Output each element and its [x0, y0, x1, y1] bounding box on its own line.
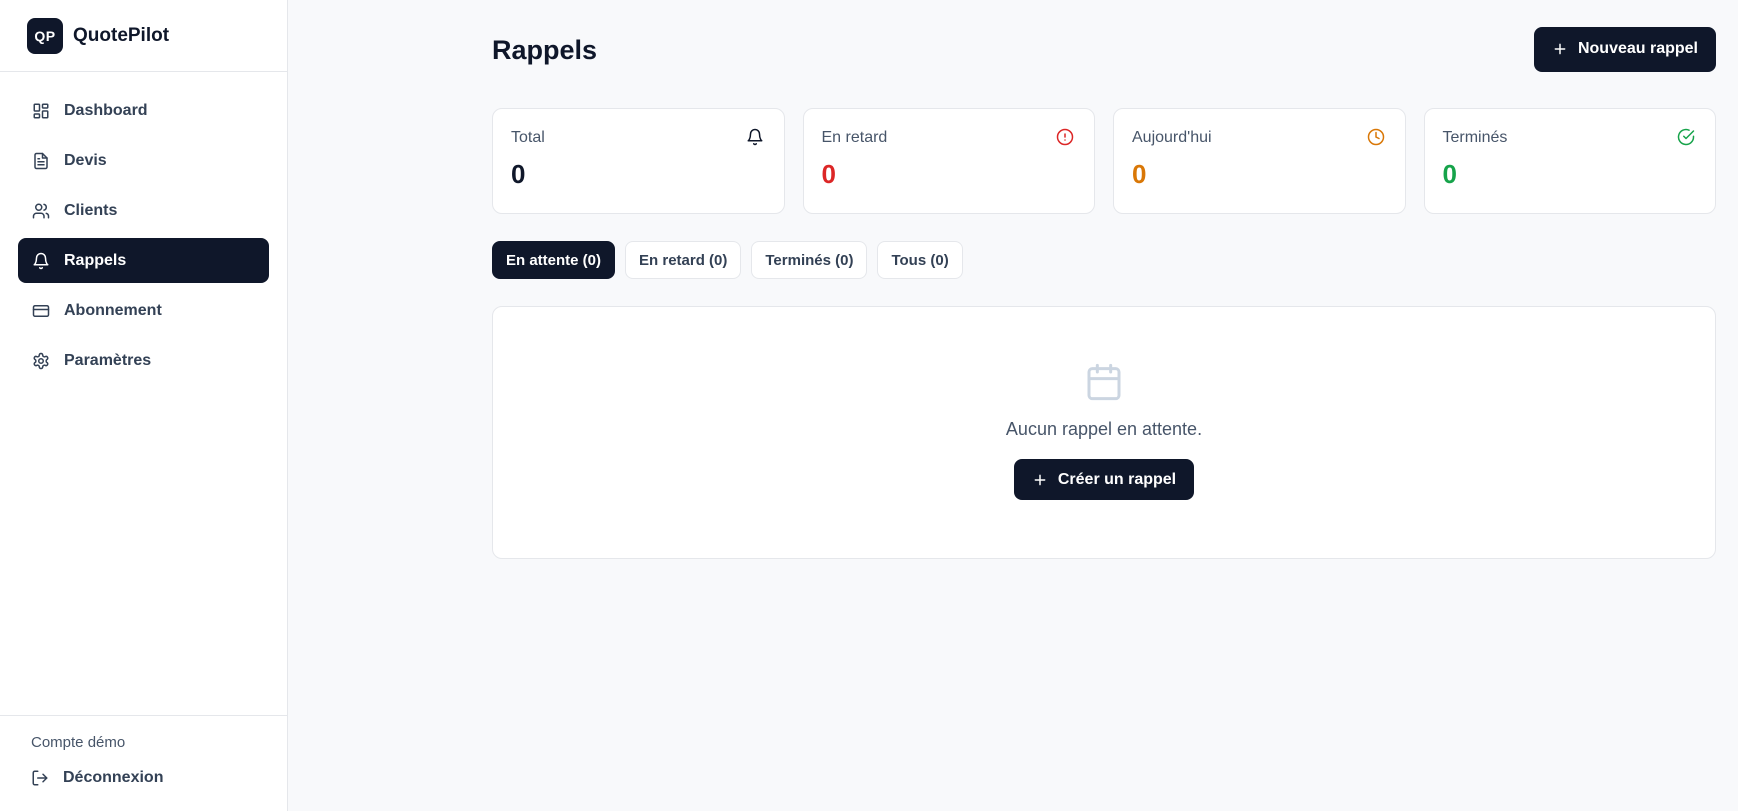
sidebar: QP QuotePilot Dashboard Devis Clients Ra… [0, 0, 288, 811]
sidebar-item-parametres[interactable]: Paramètres [18, 338, 269, 383]
logout-icon [31, 769, 49, 787]
stat-card-today: Aujourd'hui 0 [1113, 108, 1406, 214]
stats-row: Total 0 En retard 0 Aujourd'hui 0 Termin… [492, 108, 1716, 214]
stat-value: 0 [1442, 159, 1457, 189]
sidebar-item-rappels[interactable]: Rappels [18, 238, 269, 283]
tab-pending[interactable]: En attente (0) [492, 241, 616, 279]
users-icon [32, 202, 50, 220]
document-icon [32, 152, 50, 170]
page-title: Rappels [492, 34, 598, 65]
empty-state-card: Aucun rappel en attente. Créer un rappel [492, 306, 1716, 559]
sidebar-item-label: Rappels [64, 251, 127, 269]
new-reminder-button[interactable]: Nouveau rappel [1533, 26, 1716, 72]
stat-value: 0 [511, 159, 526, 189]
stat-card-overdue: En retard 0 [802, 108, 1095, 214]
stat-card-done: Terminés 0 [1423, 108, 1716, 214]
new-reminder-label: Nouveau rappel [1577, 40, 1698, 57]
sidebar-item-label: Clients [64, 201, 118, 219]
sidebar-nav: Dashboard Devis Clients Rappels Abonneme… [0, 72, 287, 383]
main-content: Rappels Nouveau rappel Total 0 En retard… [492, 0, 1716, 559]
logout-button[interactable]: Déconnexion [31, 769, 256, 787]
stat-label: En retard [821, 129, 888, 146]
stat-label: Terminés [1442, 129, 1508, 146]
sidebar-item-devis[interactable]: Devis [18, 138, 269, 183]
account-name: Compte démo [31, 734, 126, 751]
brand-name: QuotePilot [73, 24, 170, 46]
alert-circle-icon [1056, 128, 1076, 148]
check-circle-icon [1677, 128, 1697, 148]
plus-icon [1552, 41, 1568, 57]
filter-tabs: En attente (0) En retard (0) Terminés (0… [492, 241, 1716, 279]
create-reminder-label: Créer un rappel [1057, 470, 1177, 488]
bell-icon [746, 128, 766, 148]
sidebar-item-dashboard[interactable]: Dashboard [18, 88, 269, 133]
gear-icon [32, 352, 50, 370]
clock-icon [1367, 128, 1387, 148]
brand[interactable]: QP QuotePilot [0, 0, 287, 72]
create-reminder-button[interactable]: Créer un rappel [1013, 459, 1195, 500]
empty-state-message: Aucun rappel en attente. [1005, 419, 1203, 439]
brand-logo: QP [27, 17, 63, 54]
bell-icon [32, 252, 50, 270]
tab-done[interactable]: Terminés (0) [751, 241, 868, 279]
sidebar-footer: Compte démo Déconnexion [0, 715, 287, 811]
credit-card-icon [32, 302, 50, 320]
sidebar-item-label: Devis [64, 151, 107, 169]
stat-label: Aujourd'hui [1132, 129, 1212, 146]
plus-icon [1032, 472, 1048, 488]
stat-card-total: Total 0 [492, 108, 785, 214]
sidebar-item-label: Abonnement [64, 301, 162, 319]
dashboard-icon [32, 102, 50, 120]
stat-label: Total [511, 129, 545, 146]
sidebar-item-label: Paramètres [64, 351, 152, 369]
calendar-icon [1084, 361, 1124, 403]
stat-value: 0 [1132, 159, 1147, 189]
page-header: Rappels Nouveau rappel [492, 0, 1716, 108]
logout-label: Déconnexion [63, 769, 164, 786]
sidebar-item-clients[interactable]: Clients [18, 188, 269, 233]
tab-all[interactable]: Tous (0) [877, 241, 963, 279]
stat-value: 0 [821, 159, 836, 189]
sidebar-item-abonnement[interactable]: Abonnement [18, 288, 269, 333]
tab-overdue[interactable]: En retard (0) [625, 241, 742, 279]
sidebar-item-label: Dashboard [64, 101, 148, 119]
